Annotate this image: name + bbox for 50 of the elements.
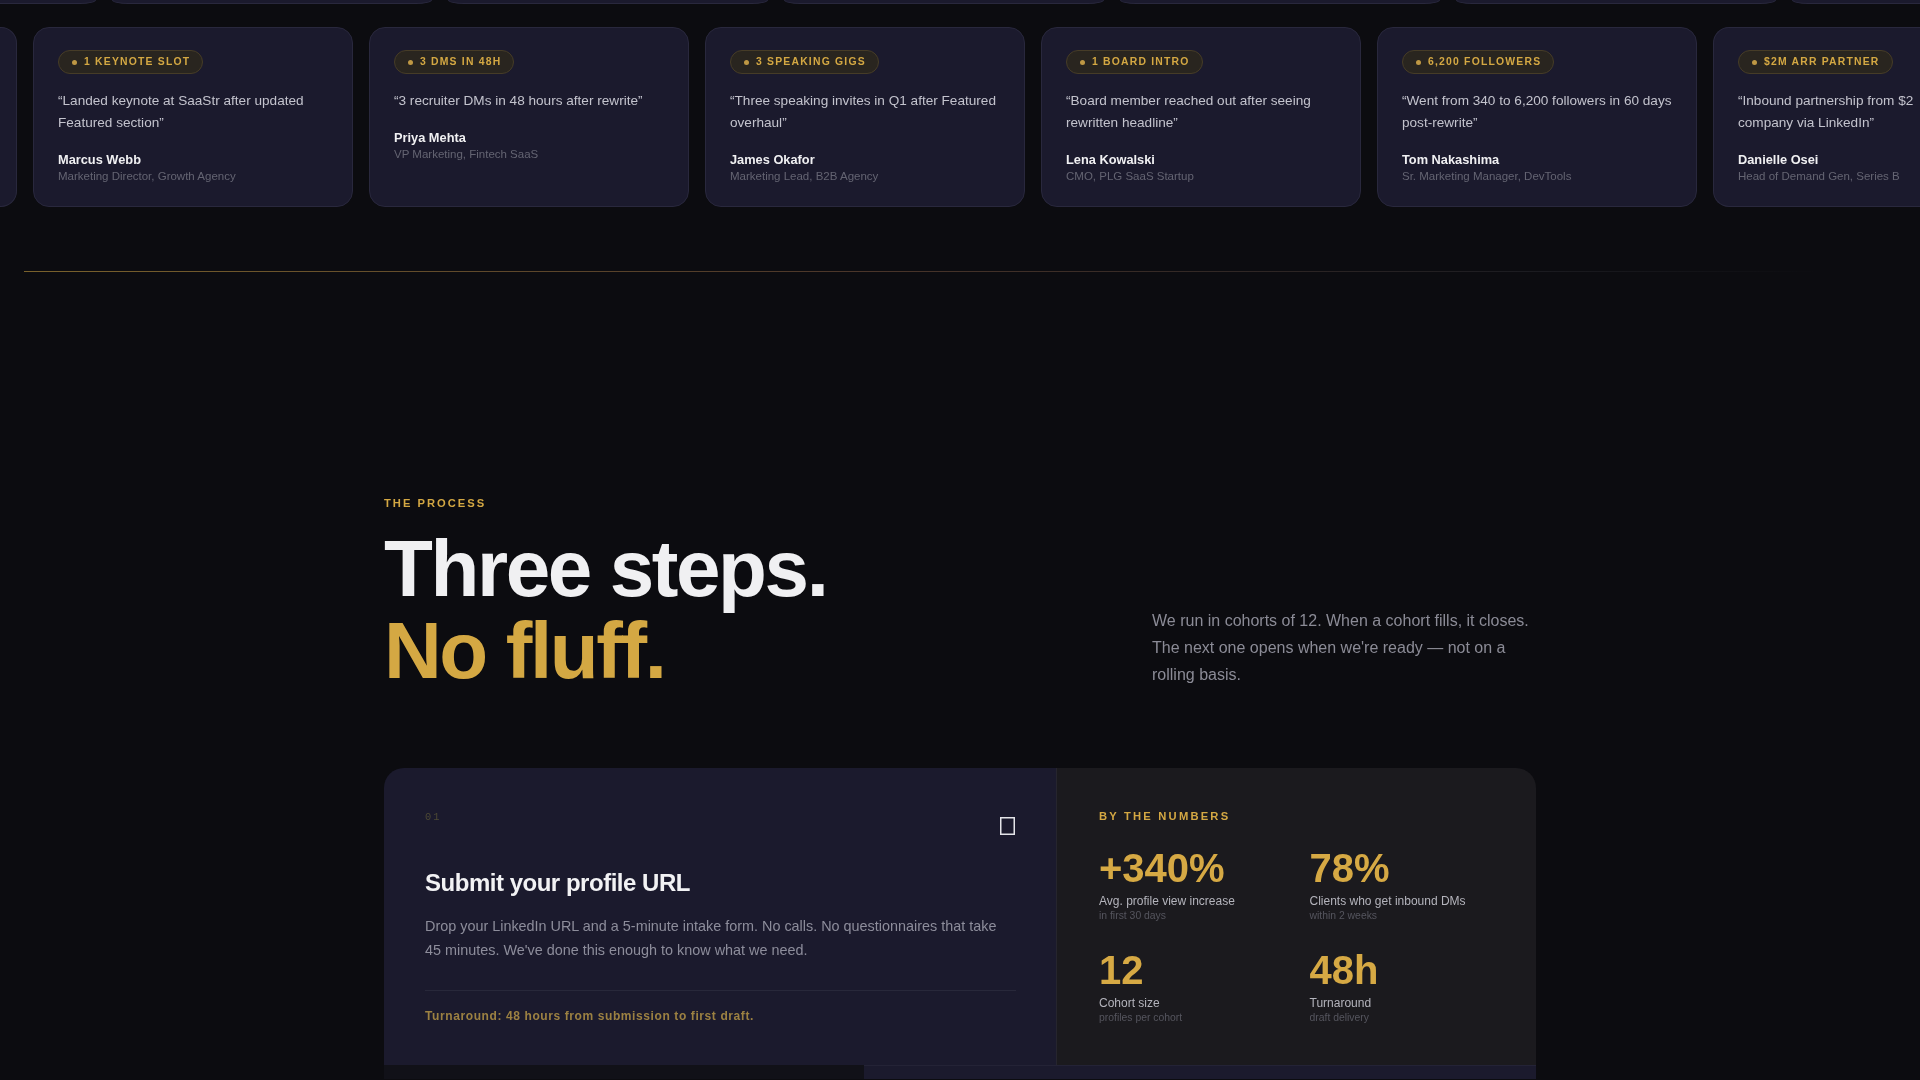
section-intro: We run in cohorts of 12. When a cohort fills, it closes. The next one opens when we're ready — not on a rolling basis.: [1152, 610, 1530, 685]
step-title: Submit your profile URL: [425, 869, 691, 898]
author-name: Tom Nakashima: [1402, 151, 1500, 169]
result-tag-text: 3 SPEAKING GIGS: [756, 55, 866, 69]
testimonial-quote: “3 recruiter DMs in 48 hours after rewrite”: [394, 92, 644, 110]
stat-caption: profiles per cohort: [1099, 1011, 1183, 1026]
testimonial-quote: “Went from 340 to 6,200 followers in 60 days post-rewrite”: [1402, 92, 1673, 132]
author-name: Priya Mehta: [394, 129, 466, 147]
stat-caption: in first 30 days: [1099, 909, 1166, 924]
author-role: Marketing Director, Growth Agency: [58, 169, 236, 184]
stat-value: 12: [1099, 950, 1144, 991]
author-name: Lena Kowalski: [1066, 151, 1155, 169]
author-name: James Okafor: [730, 151, 815, 169]
author-name: Danielle Osei: [1738, 151, 1819, 169]
heading-accent: No fluff.: [384, 609, 665, 692]
author-role: CMO, PLG SaaS Startup: [1066, 169, 1194, 184]
stat-label: Cohort size: [1099, 995, 1160, 1012]
stat-label: Clients who get inbound DMs: [1309, 893, 1466, 910]
author-role: VP Marketing, Fintech SaaS: [394, 147, 539, 162]
author-role: Sr. Marketing Manager, DevTools: [1402, 169, 1572, 184]
stat-label: Turnaround: [1309, 995, 1372, 1012]
stat-value: 78%: [1309, 848, 1390, 889]
author-role: Marketing Lead, B2B Agency: [730, 169, 879, 184]
panel-heading: BY THE NUMBERS: [1099, 809, 1232, 825]
dot-icon: [408, 59, 413, 65]
stat-caption: draft delivery: [1309, 1011, 1369, 1026]
stat-caption: within 2 weeks: [1309, 909, 1378, 924]
testimonial-quote: “Inbound partnership from $2 company via LinkedIn”: [1738, 92, 1915, 132]
dot-icon: [1080, 59, 1085, 65]
dot-icon: [72, 59, 77, 65]
dot-icon: [744, 59, 749, 65]
testimonial-quote: “Landed keynote at SaaStr after updated Featured section”: [58, 92, 305, 132]
rectangle-icon: [1000, 817, 1015, 836]
section-eyebrow: THE PROCESS: [384, 496, 487, 511]
dot-icon: [1752, 59, 1757, 65]
result-tag-text: 3 DMS IN 48H: [420, 55, 502, 69]
turnaround-note: Turnaround: 48 hours from submission to first draft.: [425, 1008, 755, 1025]
step-description: Drop your LinkedIn URL and a 5-minute intake form. No calls. No questionnaires that take 45 minutes. We've done this enough to know what we need.: [425, 917, 998, 961]
testimonial-quote: “Board member reached out after seeing rewritten headline”: [1066, 92, 1312, 132]
stat-label: Avg. profile view increase: [1099, 893, 1235, 910]
author-name: Marcus Webb: [58, 151, 141, 169]
result-tag-text: $2M ARR PARTNER: [1764, 55, 1880, 69]
stat-value: +340%: [1099, 848, 1225, 889]
result-tag-text: 6,200 FOLLOWERS: [1428, 55, 1542, 69]
author-role: Head of Demand Gen, Series B: [1738, 169, 1900, 184]
testimonial-quote: “Three speaking invites in Q1 after Featured overhaul”: [730, 92, 997, 132]
dot-icon: [1416, 59, 1421, 65]
stat-value: 48h: [1309, 950, 1379, 991]
result-tag-text: 1 BOARD INTRO: [1092, 55, 1190, 69]
result-tag-text: 1 KEYNOTE SLOT: [84, 55, 191, 69]
